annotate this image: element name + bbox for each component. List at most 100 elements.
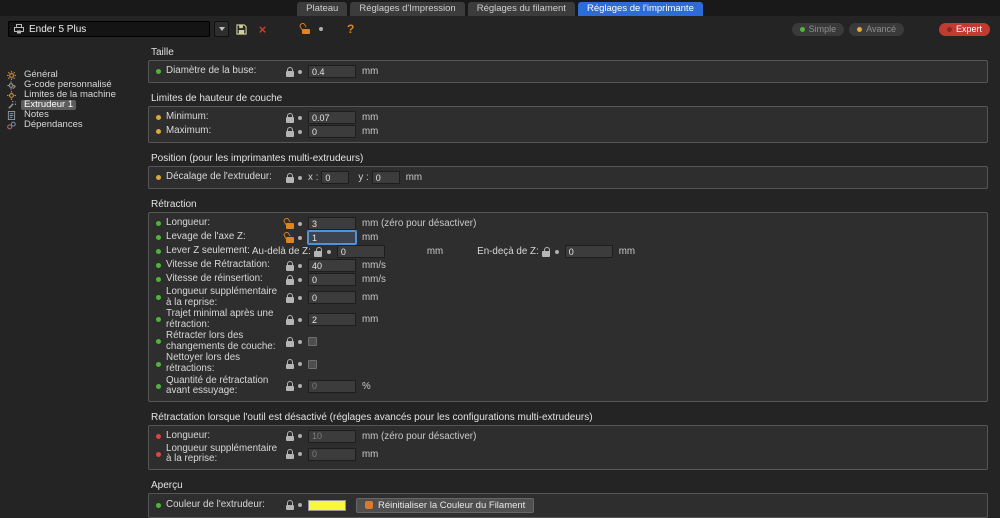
revert-dot-icon[interactable] bbox=[298, 222, 302, 226]
retract-speed-input[interactable] bbox=[308, 259, 356, 272]
revert-dot-icon[interactable] bbox=[319, 27, 323, 31]
status-dot bbox=[156, 277, 161, 282]
mode-simple-label: Simple bbox=[809, 24, 837, 34]
revert-dot-icon[interactable] bbox=[555, 250, 559, 254]
delete-preset-button[interactable]: × bbox=[254, 21, 271, 38]
revert-dot-icon[interactable] bbox=[327, 250, 331, 254]
status-dot bbox=[156, 317, 161, 322]
revert-dot-icon[interactable] bbox=[298, 362, 302, 366]
setting-row: Lever Z seulement: Au-delà de Z: mm En-d… bbox=[156, 245, 980, 258]
unit-label: mm bbox=[427, 246, 443, 257]
setting-row: Couleur de l'extrudeur: Réinitialiser la… bbox=[156, 498, 980, 513]
lock-icon[interactable] bbox=[285, 173, 294, 183]
retract-before-wipe-input[interactable] bbox=[308, 380, 356, 393]
reset-filament-color-label: Réinitialiser la Couleur du Filament bbox=[378, 500, 525, 511]
toolchange-restart-extra-input[interactable] bbox=[308, 448, 356, 461]
revert-dot-icon[interactable] bbox=[298, 70, 302, 74]
lock-icon[interactable] bbox=[285, 381, 294, 391]
tab-reglages-filament[interactable]: Réglages du filament bbox=[468, 2, 575, 16]
revert-dot-icon[interactable] bbox=[298, 452, 302, 456]
lock-icon[interactable] bbox=[285, 67, 294, 77]
revert-dot-icon[interactable] bbox=[298, 384, 302, 388]
retract-lift-z-input[interactable] bbox=[308, 231, 356, 244]
setting-label: Quantité de rétractation avant essuyage: bbox=[166, 376, 285, 397]
status-dot bbox=[156, 235, 161, 240]
lock-icon[interactable] bbox=[285, 113, 294, 123]
mode-expert-button[interactable]: Expert bbox=[939, 23, 990, 36]
lock-icon[interactable] bbox=[285, 293, 294, 303]
preset-dropdown-button[interactable] bbox=[214, 21, 229, 37]
revert-dot-icon[interactable] bbox=[298, 176, 302, 180]
retract-before-travel-input[interactable] bbox=[308, 313, 356, 326]
revert-dot-icon[interactable] bbox=[298, 116, 302, 120]
unlock-icon[interactable] bbox=[285, 233, 294, 243]
lock-icon[interactable] bbox=[285, 337, 294, 347]
mode-simple-button[interactable]: Simple bbox=[792, 23, 845, 36]
setting-row: Longueur supplémentaire à la reprise: mm bbox=[156, 444, 980, 465]
retract-lift-below-input[interactable] bbox=[565, 245, 613, 258]
printer-icon bbox=[14, 24, 24, 34]
retract-length-input[interactable] bbox=[308, 217, 356, 230]
setting-label: Vitesse de réinsertion: bbox=[166, 274, 285, 285]
reset-filament-color-button[interactable]: Réinitialiser la Couleur du Filament bbox=[356, 498, 534, 513]
max-layer-height-input[interactable] bbox=[308, 125, 356, 138]
lock-icon[interactable] bbox=[285, 431, 294, 441]
unlock-icon[interactable] bbox=[285, 219, 294, 229]
revert-dot-icon[interactable] bbox=[298, 236, 302, 240]
revert-dot-icon[interactable] bbox=[298, 264, 302, 268]
status-dot bbox=[156, 263, 161, 268]
status-dot bbox=[156, 175, 161, 180]
sidebar-item-dependances[interactable]: Dépendances bbox=[4, 120, 138, 130]
extruder-offset-x-input[interactable] bbox=[321, 171, 349, 184]
unit-label: mm bbox=[362, 66, 378, 77]
retract-restart-extra-input[interactable] bbox=[308, 291, 356, 304]
save-preset-button[interactable] bbox=[233, 21, 250, 38]
unit-label: mm bbox=[619, 246, 635, 257]
printer-preset-value: Ender 5 Plus bbox=[29, 24, 86, 35]
nozzle-diameter-input[interactable] bbox=[308, 65, 356, 78]
lock-icon[interactable] bbox=[285, 359, 294, 369]
lock-icon[interactable] bbox=[285, 127, 294, 137]
lock-icon[interactable] bbox=[285, 449, 294, 459]
help-button[interactable]: ? bbox=[347, 22, 354, 36]
extruder-offset-y-input[interactable] bbox=[372, 171, 400, 184]
lock-icon[interactable] bbox=[285, 261, 294, 271]
lock-icon[interactable] bbox=[285, 275, 294, 285]
retract-lift-above-input[interactable] bbox=[337, 245, 385, 258]
setting-row: Longueur: mm (zéro pour désactiver) bbox=[156, 217, 980, 230]
unlock-icon[interactable] bbox=[301, 24, 310, 34]
min-layer-height-input[interactable] bbox=[308, 111, 356, 124]
revert-dot-icon[interactable] bbox=[298, 296, 302, 300]
mode-avance-button[interactable]: Avancé bbox=[849, 23, 904, 36]
lock-icon[interactable] bbox=[285, 500, 294, 510]
toolchange-retract-length-input[interactable] bbox=[308, 430, 356, 443]
tab-reglages-impression[interactable]: Réglages d'Impression bbox=[350, 2, 464, 16]
main-tab-bar: Plateau Réglages d'Impression Réglages d… bbox=[0, 0, 1000, 16]
printer-preset-combo[interactable]: Ender 5 Plus bbox=[8, 21, 210, 37]
lock-icon[interactable] bbox=[314, 247, 323, 257]
section-retraction: Rétraction Longueur: mm (zéro pour désac… bbox=[148, 199, 988, 402]
tab-reglages-imprimante[interactable]: Réglages de l'imprimante bbox=[578, 2, 703, 16]
setting-label: Rétracter lors des changements de couche… bbox=[166, 331, 285, 352]
setting-row: Longueur: mm (zéro pour désactiver) bbox=[156, 430, 980, 443]
lock-icon[interactable] bbox=[542, 247, 551, 257]
lift-above-label: Au-delà de Z: bbox=[252, 246, 311, 257]
lock-icon[interactable] bbox=[285, 315, 294, 325]
retract-layer-change-checkbox[interactable] bbox=[308, 337, 317, 346]
wipe-checkbox[interactable] bbox=[308, 360, 317, 369]
revert-dot-icon[interactable] bbox=[298, 340, 302, 344]
extruder-color-swatch[interactable] bbox=[308, 500, 346, 511]
delete-x-icon: × bbox=[259, 23, 267, 36]
revert-dot-icon[interactable] bbox=[298, 278, 302, 282]
status-dot bbox=[156, 295, 161, 300]
setting-row: Décalage de l'extrudeur: x : y : mm bbox=[156, 171, 980, 184]
deretract-speed-input[interactable] bbox=[308, 273, 356, 286]
section-retraction-outil: Rétractation lorsque l'outil est désacti… bbox=[148, 412, 988, 470]
revert-dot-icon[interactable] bbox=[298, 130, 302, 134]
revert-dot-icon[interactable] bbox=[298, 318, 302, 322]
revert-dot-icon[interactable] bbox=[298, 434, 302, 438]
unit-label: mm bbox=[406, 172, 422, 183]
revert-dot-icon[interactable] bbox=[298, 503, 302, 507]
tab-plateau[interactable]: Plateau bbox=[297, 2, 347, 16]
unit-label: mm bbox=[362, 314, 378, 325]
